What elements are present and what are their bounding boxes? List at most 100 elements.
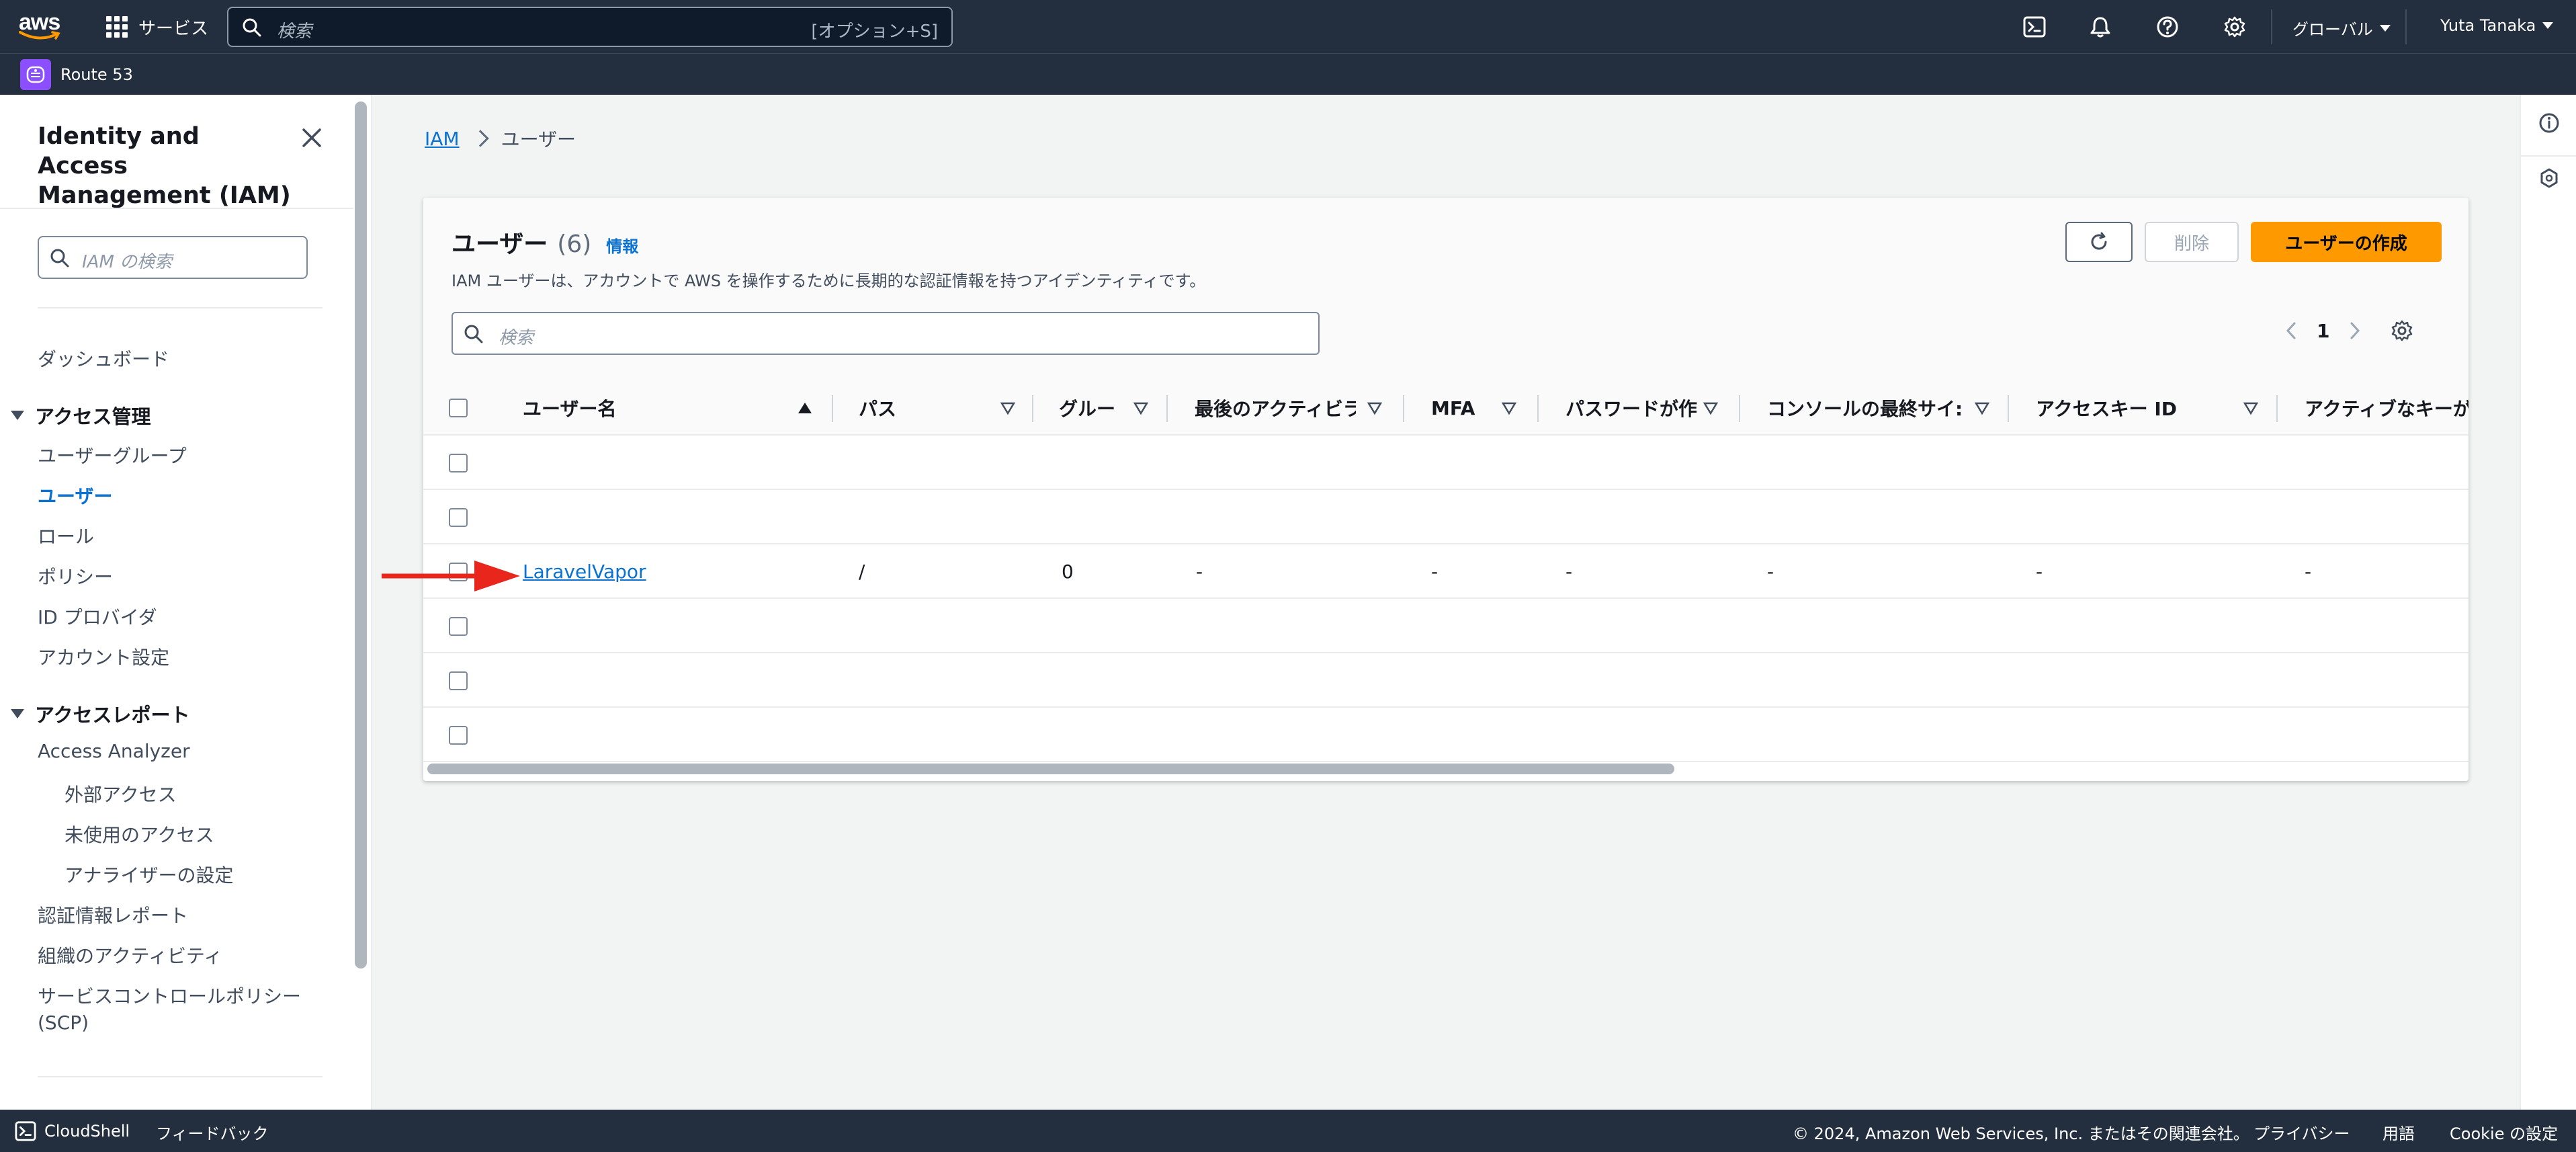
column-header-path[interactable]: パス — [859, 380, 993, 436]
table-preferences-button[interactable] — [2389, 317, 2415, 344]
sidebar-item-analyzer-settings[interactable]: アナライザーの設定 — [65, 861, 233, 888]
cloudshell-button[interactable] — [2021, 13, 2048, 40]
sidebar-title: Identity and Access Management (IAM) — [38, 123, 291, 209]
previous-page-button[interactable] — [2278, 317, 2305, 344]
sidebar-item-users[interactable]: ユーザー — [38, 482, 112, 509]
sort-icon[interactable] — [1501, 400, 1517, 416]
delete-button[interactable]: 削除 — [2145, 222, 2239, 262]
sidebar-item-unused-access[interactable]: 未使用のアクセス — [65, 821, 214, 848]
column-divider[interactable] — [2276, 395, 2278, 422]
sidebar-item-scp[interactable]: サービスコントロールポリシー — [38, 982, 301, 1009]
sidebar-item-account-settings[interactable]: アカウント設定 — [38, 643, 169, 670]
sidebar-section-access-management[interactable]: アクセス管理 — [11, 401, 151, 429]
info-panel-button[interactable] — [2536, 110, 2563, 136]
notifications-button[interactable] — [2087, 13, 2114, 40]
sidebar-item-roles[interactable]: ロール — [38, 522, 94, 549]
global-search-placeholder: 検索 — [277, 22, 312, 42]
column-divider[interactable] — [1403, 395, 1404, 422]
footer: CloudShell フィードバック © 2024, Amazon Web Se… — [0, 1110, 2576, 1152]
sort-icon[interactable] — [2243, 400, 2259, 416]
breadcrumb-current: ユーザー — [501, 128, 576, 151]
column-header-password-age[interactable]: パスワードが作 — [1565, 380, 1712, 436]
divider — [38, 307, 323, 308]
account-menu[interactable]: Yuta Tanaka — [2440, 16, 2554, 35]
row-checkbox[interactable] — [449, 616, 468, 636]
column-header-groups[interactable]: グルー: — [1059, 380, 1117, 436]
sort-icon[interactable] — [1974, 400, 1990, 416]
feedback-link[interactable]: フィードバック — [156, 1120, 269, 1144]
sort-icon[interactable] — [1703, 400, 1719, 416]
column-header-last-activity[interactable]: 最後のアクティビラ — [1195, 380, 1356, 436]
sidebar-item-access-analyzer[interactable]: Access Analyzer — [38, 740, 190, 762]
column-header-access-key-id[interactable]: アクセスキー ID — [2036, 380, 2237, 436]
column-divider[interactable] — [1166, 395, 1168, 422]
next-page-button[interactable] — [2342, 317, 2368, 344]
user-search-input[interactable]: 検索 — [452, 312, 1320, 355]
panel-header: ユーザー (6) 情報 IAM ユーザーは、アカウントで AWS を操作するため… — [423, 198, 2468, 380]
sidebar-item-organization-activity[interactable]: 組織のアクティビティ — [38, 942, 222, 969]
sidebar-item-external-access[interactable]: 外部アクセス — [65, 780, 177, 807]
sort-icon[interactable] — [1000, 400, 1016, 416]
sidebar-item-user-groups[interactable]: ユーザーグループ — [38, 442, 187, 468]
bell-icon — [2090, 17, 2110, 38]
column-divider[interactable] — [2008, 395, 2009, 422]
row-checkbox[interactable] — [449, 453, 468, 472]
row-checkbox[interactable] — [449, 671, 468, 690]
sidebar-item-dashboard[interactable]: ダッシュボード — [38, 345, 169, 372]
row-checkbox[interactable] — [449, 507, 468, 527]
sidebar-section-access-reports[interactable]: アクセスレポート — [11, 700, 190, 728]
sidebar-item-credential-report[interactable]: 認証情報レポート — [38, 901, 188, 928]
region-selector[interactable]: グローバル — [2292, 16, 2391, 40]
create-user-button[interactable]: ユーザーの作成 — [2251, 222, 2442, 262]
aws-logo[interactable]: aws — [19, 9, 66, 44]
column-header-mfa[interactable]: MFA — [1431, 380, 1512, 436]
settings-icon — [2392, 320, 2413, 341]
cell-console-last-signin: - — [1767, 561, 1774, 583]
cloudshell-icon — [15, 1121, 36, 1141]
column-header-active-key-age[interactable]: アクティブなキーが — [2305, 380, 2468, 436]
settings-button[interactable] — [2221, 13, 2248, 40]
assistant-panel-button[interactable] — [2536, 165, 2563, 192]
column-header-console-last-signin[interactable]: コンソールの最終サイ: — [1767, 380, 1979, 436]
copyright-text: © 2024, Amazon Web Services, Inc. またはその関… — [1793, 1124, 2249, 1143]
sidebar-item-scp-suffix[interactable]: (SCP) — [38, 1012, 89, 1034]
table-row[interactable] — [423, 708, 2468, 762]
column-divider[interactable] — [1739, 395, 1740, 422]
sidebar-scrollbar[interactable] — [355, 101, 367, 969]
row-checkbox[interactable] — [449, 725, 468, 745]
iam-search-input[interactable]: IAM の検索 — [38, 236, 308, 279]
current-page[interactable]: 1 — [2317, 320, 2329, 342]
right-utility-rail — [2520, 95, 2576, 1110]
sidebar-item-policies[interactable]: ポリシー — [38, 563, 113, 589]
help-button[interactable] — [2154, 13, 2181, 40]
column-divider[interactable] — [1537, 395, 1539, 422]
sort-ascending-icon[interactable] — [797, 400, 813, 416]
breadcrumb-iam[interactable]: IAM — [425, 128, 460, 150]
terms-link[interactable]: 用語 — [2382, 1120, 2415, 1144]
sidebar-item-identity-providers[interactable]: ID プロバイダ — [38, 603, 157, 630]
column-divider[interactable] — [1032, 395, 1033, 422]
sort-icon[interactable] — [1133, 400, 1149, 416]
column-header-username[interactable]: ユーザー名 — [523, 380, 657, 436]
help-icon — [2157, 16, 2178, 38]
table-row[interactable]: LaravelVapor / 0 - - - - - - — [423, 544, 2468, 599]
select-all-checkbox[interactable] — [449, 399, 468, 417]
sort-icon[interactable] — [1367, 400, 1383, 416]
column-divider[interactable] — [832, 395, 833, 422]
services-menu-button[interactable]: サービス — [106, 12, 208, 42]
table-row[interactable] — [423, 599, 2468, 653]
favorite-route53[interactable]: Route 53 — [20, 59, 133, 90]
info-link[interactable]: 情報 — [606, 233, 638, 257]
privacy-link[interactable]: プライバシー — [2253, 1120, 2350, 1144]
close-sidebar-button[interactable] — [298, 124, 325, 151]
global-search-input[interactable]: 検索 [オプション+S] — [227, 7, 953, 47]
cloudshell-footer-button[interactable]: CloudShell — [15, 1120, 130, 1142]
username-link[interactable]: LaravelVapor — [523, 544, 646, 599]
cookie-settings-link[interactable]: Cookie の設定 — [2450, 1120, 2558, 1144]
table-row[interactable] — [423, 653, 2468, 708]
horizontal-scrollbar[interactable] — [427, 764, 1674, 774]
refresh-button[interactable] — [2065, 222, 2133, 262]
table-row[interactable] — [423, 490, 2468, 544]
caret-down-icon — [11, 411, 24, 420]
table-row[interactable] — [423, 436, 2468, 490]
